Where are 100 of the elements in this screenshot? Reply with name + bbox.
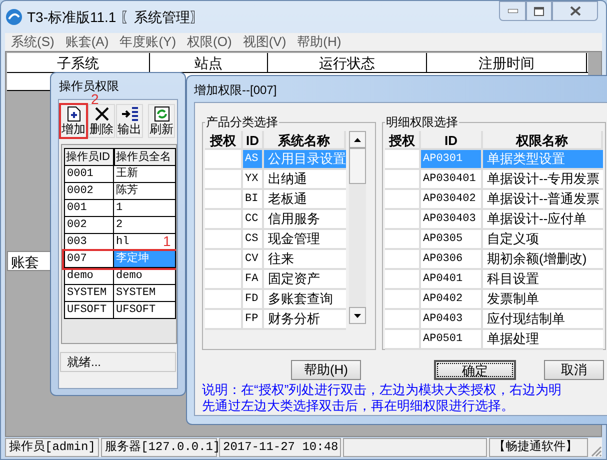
table-row[interactable]: UFSOFT UFSOFT <box>64 302 176 319</box>
table-cell: FA <box>243 270 264 290</box>
table-cell: CC <box>243 210 264 230</box>
table-cell[interactable]: 固定资产 <box>264 270 346 290</box>
table-cell[interactable] <box>385 230 421 250</box>
menu-item[interactable]: 年度账(Y) <box>120 32 176 52</box>
table-cell[interactable]: 期初余额(增删改) <box>483 250 603 270</box>
table-cell: CV <box>243 250 264 270</box>
export-icon <box>120 106 138 122</box>
menu-item[interactable]: 权限(O) <box>187 32 232 52</box>
table-cell: AP0403 <box>421 310 483 330</box>
table-cell: AP0301 <box>421 150 483 170</box>
table-cell[interactable] <box>385 210 421 230</box>
window-title: T3-标准版11.1 〖系统管理〗 <box>27 8 204 26</box>
table-row[interactable]: 0002 陈芳 <box>64 183 176 200</box>
table-cell[interactable] <box>385 330 421 350</box>
status-text: 操作员[admin] <box>9 440 96 454</box>
scroll-thumb[interactable] <box>349 148 366 184</box>
table-row[interactable]: 001 1 <box>64 200 176 217</box>
toolbar-button[interactable]: 刷新 <box>148 104 175 138</box>
menu-item[interactable]: 视图(V) <box>242 32 286 52</box>
column-header: 运行状态 <box>268 53 427 72</box>
table-cell: AP0501 <box>421 330 483 350</box>
delete-icon <box>94 106 110 122</box>
table-cell: YX <box>243 170 264 190</box>
table-cell[interactable] <box>385 250 421 270</box>
annotation-number: 2 <box>91 92 99 106</box>
table-row[interactable]: SYSTEM SYSTEM <box>64 285 176 302</box>
resize-grip-icon <box>590 445 602 457</box>
maximize-button[interactable] <box>526 1 552 21</box>
table-row[interactable]: 007 李定坤 <box>64 251 176 268</box>
table-cell[interactable]: 单据设计--普通发票 <box>483 190 603 210</box>
table-cell: CS <box>243 230 264 250</box>
table-cell[interactable] <box>205 250 243 270</box>
column-header: 授权 <box>205 131 243 150</box>
table-cell[interactable] <box>385 290 421 310</box>
status-text: 就绪... <box>67 355 102 369</box>
table-cell: AP0305 <box>421 230 483 250</box>
table-cell[interactable]: 信用服务 <box>264 210 346 230</box>
table-cell[interactable]: 科目设置 <box>483 270 603 290</box>
table-cell[interactable] <box>205 190 243 210</box>
table-cell: AP030401 <box>421 170 483 190</box>
table-cell[interactable]: 老板通 <box>264 190 346 210</box>
table-cell[interactable]: 财务分析 <box>264 310 346 330</box>
table-row[interactable]: 0001 王新 <box>64 166 176 183</box>
table-row[interactable]: 002 2 <box>64 217 176 234</box>
refresh-icon <box>154 106 170 122</box>
table-cell[interactable]: 单据处理 <box>483 330 603 350</box>
note-text: 先通过左边大类选择双击后，再在明细权限进行选择。 <box>202 398 514 414</box>
column-header: 操作员全名 <box>114 148 176 166</box>
table-cell: AS <box>243 150 264 170</box>
table-cell[interactable] <box>205 290 243 310</box>
table-cell[interactable]: 单据设计--应付单 <box>483 210 603 230</box>
close-icon <box>570 6 580 16</box>
table-cell[interactable]: 现金管理 <box>264 230 346 250</box>
dialog-button[interactable]: 确定 <box>434 360 516 380</box>
table-cell[interactable] <box>205 270 243 290</box>
table-cell[interactable] <box>385 270 421 290</box>
status-text: 服务器[127.0.0.1] <box>105 440 220 454</box>
menu-item[interactable]: 系统(S) <box>11 32 54 52</box>
table-cell[interactable]: 单据设计--专用发票 <box>483 170 603 190</box>
toolbar-button[interactable]: 输出 <box>116 104 143 138</box>
table-cell[interactable] <box>205 230 243 250</box>
table-cell[interactable] <box>385 310 421 330</box>
table-cell: UFSOFT <box>114 302 176 319</box>
table-cell[interactable] <box>205 210 243 230</box>
menu-item[interactable]: 帮助(H) <box>297 32 342 52</box>
table-cell[interactable]: 出纳通 <box>264 170 346 190</box>
table-cell: AP0306 <box>421 250 483 270</box>
table-cell: 李定坤 <box>114 251 176 268</box>
toolbar-button[interactable]: 增加 <box>60 104 87 138</box>
table-cell: UFSOFT <box>64 302 114 319</box>
table-cell: FP <box>243 310 264 330</box>
table-cell[interactable]: 应付现结制单 <box>483 310 603 330</box>
table-cell[interactable]: 自定义项 <box>483 230 603 250</box>
column-header: 授权 <box>385 131 421 150</box>
status-text: 2017-11-27 10:48 <box>223 440 338 454</box>
close-button[interactable] <box>552 1 598 21</box>
table-cell[interactable] <box>205 170 243 190</box>
dialog-button[interactable]: 帮助(H) <box>291 360 361 380</box>
table-cell[interactable] <box>205 310 243 330</box>
scroll-down-icon <box>354 314 361 318</box>
toolbar-button[interactable]: 删除 <box>88 104 115 138</box>
table-cell: AP030402 <box>421 190 483 210</box>
table-cell[interactable]: 多账套查询 <box>264 290 346 310</box>
table-cell[interactable]: 发票制单 <box>483 290 603 310</box>
scrollbar[interactable] <box>349 131 366 324</box>
table-cell[interactable] <box>385 190 421 210</box>
table-cell[interactable]: 往来 <box>264 250 346 270</box>
annotation-number: 1 <box>163 234 171 248</box>
table-cell: AP030403 <box>421 210 483 230</box>
dialog-button[interactable]: 取消 <box>544 360 604 380</box>
app-logo-icon <box>5 8 23 26</box>
column-header: 操作员ID <box>64 148 114 166</box>
minimize-button[interactable] <box>499 1 526 21</box>
table-cell[interactable] <box>385 170 421 190</box>
table-cell: AP0401 <box>421 270 483 290</box>
menu-item[interactable]: 账套(A) <box>65 32 109 52</box>
column-header: 注册时间 <box>427 53 587 72</box>
status-text: 【畅捷通软件】 <box>493 440 578 454</box>
